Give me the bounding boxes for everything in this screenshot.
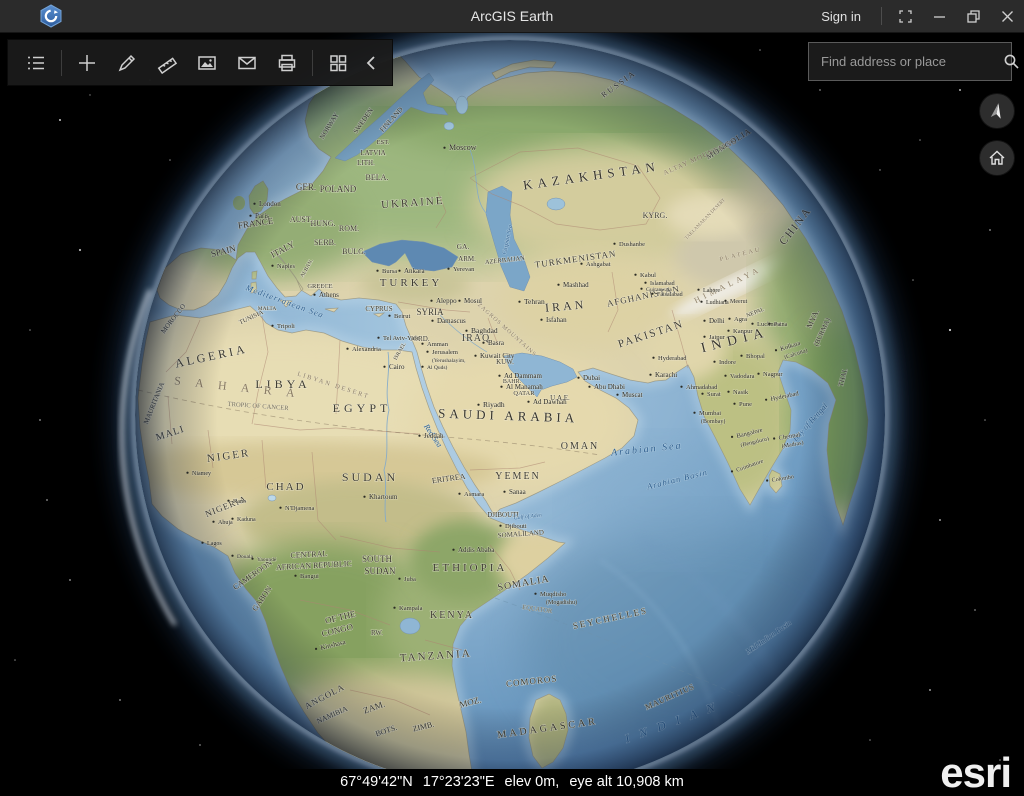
star [39, 419, 41, 421]
restore-icon [967, 10, 980, 23]
close-icon [1001, 10, 1014, 23]
star [759, 49, 761, 51]
measure-tool[interactable] [147, 45, 187, 81]
star [169, 159, 171, 161]
print-tool[interactable] [267, 45, 307, 81]
fullscreen-window-button[interactable] [888, 0, 922, 32]
star [949, 329, 951, 331]
arcgis-earth-logo-icon [40, 4, 62, 28]
sign-in-button[interactable]: Sign in [807, 0, 875, 32]
star [974, 609, 976, 611]
star [14, 659, 16, 661]
arcgis-earth-window: { "title_bar": { "app_title": "ArcGIS Ea… [0, 0, 1024, 795]
star [199, 744, 201, 746]
email-share-tool[interactable] [227, 45, 267, 81]
search-icon[interactable] [1003, 53, 1020, 70]
image-overlay-icon [196, 52, 218, 74]
restore-window-button[interactable] [956, 0, 990, 32]
star [939, 519, 941, 521]
table-of-contents-icon [25, 52, 47, 74]
star [919, 139, 921, 141]
compass-north-arrow-icon [987, 101, 1007, 121]
close-window-button[interactable] [990, 0, 1024, 32]
star [29, 329, 31, 331]
globe-viewport[interactable]: KAZAKHSTANINDIASAUDI ARABIAIRANPAKISTANT… [0, 0, 1024, 795]
draw-tool[interactable] [107, 45, 147, 81]
basemap-icon [327, 52, 349, 74]
star [959, 89, 961, 91]
latitude-readout: 67°49'42"N [340, 774, 413, 790]
compass-button[interactable] [980, 94, 1014, 128]
home-icon [988, 149, 1006, 167]
star [984, 419, 986, 421]
table-of-contents-tool[interactable] [16, 45, 56, 81]
star [879, 169, 880, 170]
collapse-toolbar-tool[interactable] [358, 45, 384, 81]
toolbar-divider [61, 50, 62, 76]
star [89, 94, 90, 95]
measure-icon [156, 52, 178, 74]
collapse-toolbar-icon [363, 52, 379, 74]
star [79, 249, 81, 251]
limb-shading [135, 40, 885, 790]
print-icon [276, 52, 298, 74]
titlebar-divider [881, 7, 882, 25]
star [989, 229, 991, 231]
esri-logo: esri [940, 751, 1011, 795]
email-share-icon [236, 52, 258, 74]
search-input[interactable] [809, 54, 1003, 69]
draw-icon [116, 52, 138, 74]
star [46, 499, 48, 501]
star [819, 89, 821, 91]
star [69, 579, 71, 581]
fullscreen-icon [899, 10, 912, 23]
main-toolbar [8, 40, 392, 85]
search-box [808, 42, 1012, 81]
longitude-readout: 17°23'23"E [423, 774, 495, 790]
star [119, 699, 121, 701]
image-overlay-tool[interactable] [187, 45, 227, 81]
add-data-tool[interactable] [67, 45, 107, 81]
minimize-window-button[interactable] [922, 0, 956, 32]
title-bar: ArcGIS Earth Sign in [0, 0, 1024, 33]
toolbar-divider [312, 50, 313, 76]
home-button[interactable] [980, 141, 1014, 175]
star [929, 689, 931, 691]
elevation-readout: elev 0m, [505, 774, 560, 790]
add-data-icon [76, 52, 98, 74]
star [59, 119, 61, 121]
minimize-icon [933, 10, 946, 23]
eye-altitude-readout: eye alt 10,908 km [569, 774, 683, 790]
star [869, 739, 871, 741]
star [912, 279, 914, 281]
basemap-tool[interactable] [318, 45, 358, 81]
status-bar: 67°49'42"N 17°23'23"E elev 0m, eye alt 1… [0, 769, 1024, 795]
